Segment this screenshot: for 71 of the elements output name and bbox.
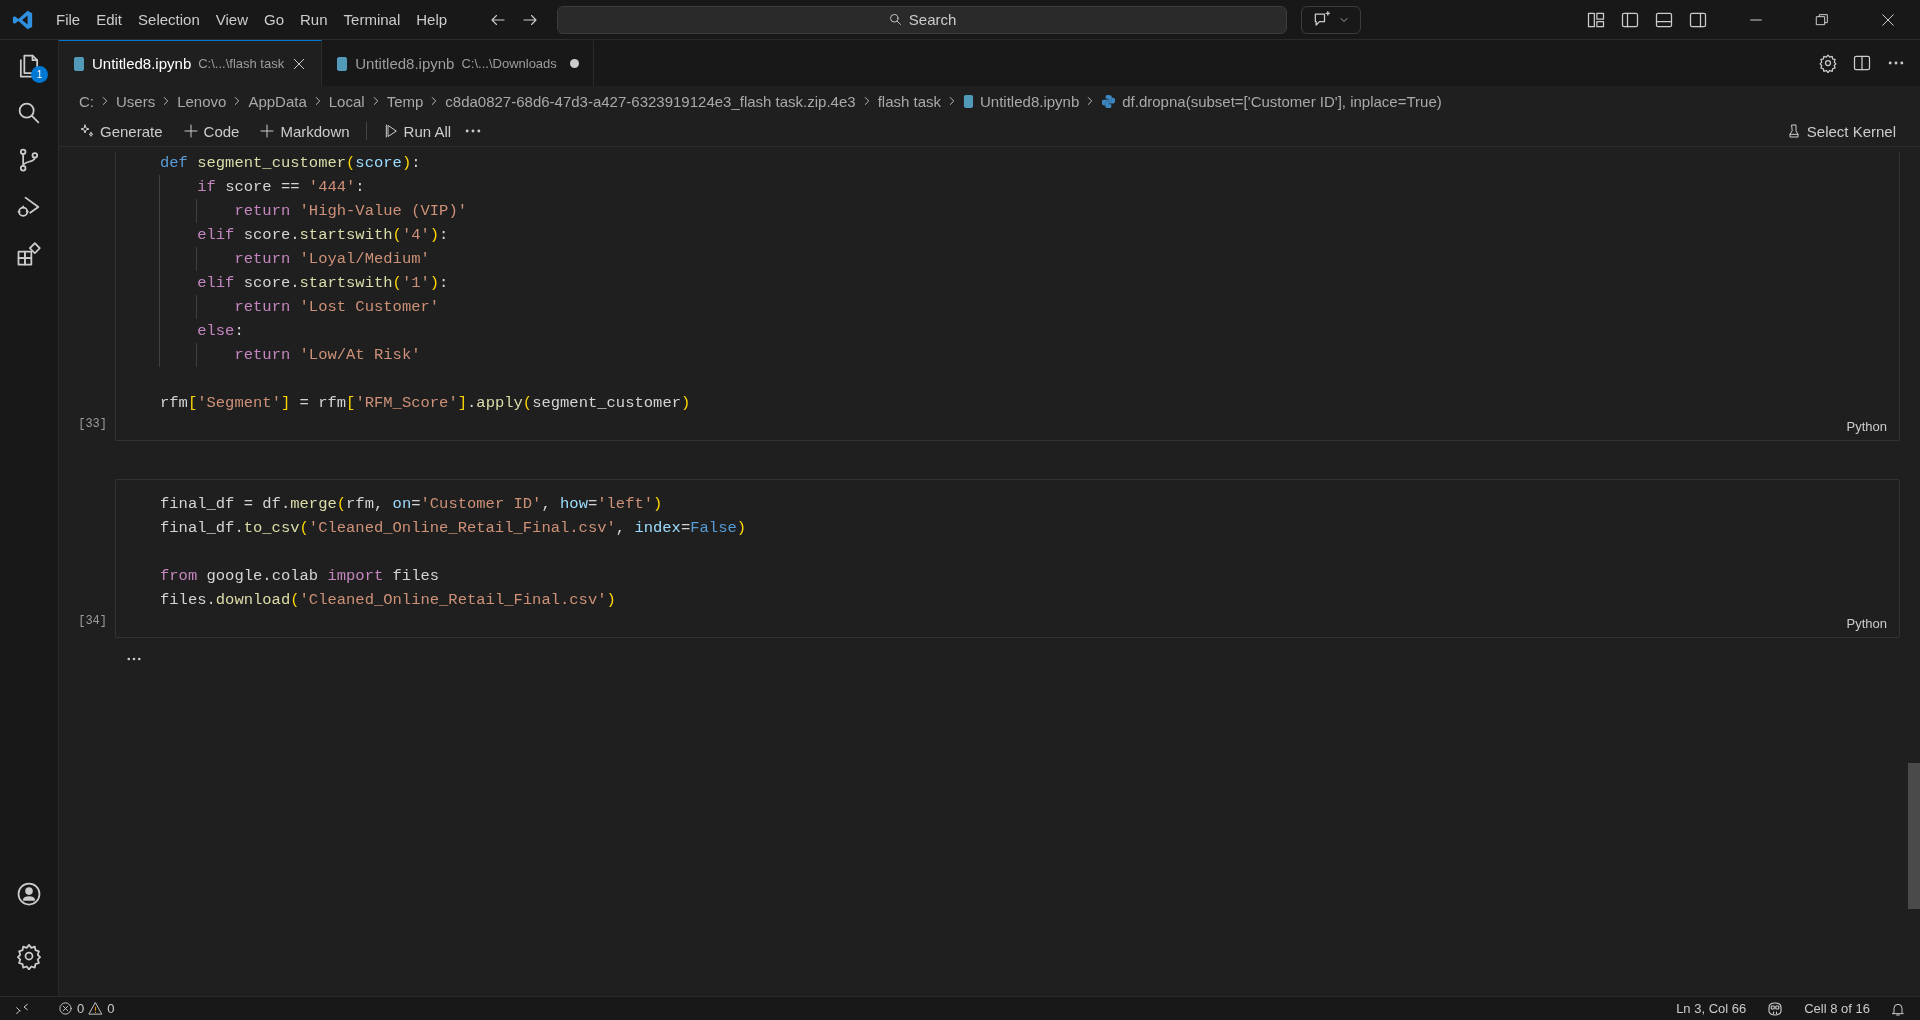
code-line: return 'High-Value (VIP)' (160, 199, 1899, 223)
error-icon (58, 1001, 73, 1016)
breadcrumb-item[interactable]: AppData (248, 92, 307, 110)
code-line: rfm['Segment'] = rfm['RFM_Score'].apply(segment_customer) (160, 393, 692, 414)
sparkle-icon (79, 123, 95, 139)
code-line: def segment_customer(score): (160, 153, 422, 174)
python-icon (1101, 93, 1117, 109)
menu-item[interactable]: Go (256, 7, 292, 32)
code-line: elif score.startswith('1'): (160, 271, 1899, 295)
toolbar-button[interactable]: Run All (374, 120, 460, 142)
warning-icon (88, 1001, 104, 1016)
code-line: return 'Loyal/Medium' (160, 247, 1899, 271)
breadcrumb-item[interactable]: Untitled8.ipynb (980, 92, 1080, 110)
menu-item[interactable]: Selection (130, 7, 208, 32)
breadcrumb-item[interactable]: Users (116, 92, 156, 110)
code-cell[interactable] (115, 151, 1900, 441)
execution-count: [33] (78, 417, 107, 431)
copilot-icon[interactable] (1766, 999, 1785, 1018)
cell-language[interactable]: Python (1846, 419, 1887, 434)
close-icon[interactable] (1880, 11, 1896, 28)
menu-item[interactable]: Edit (88, 7, 131, 32)
menu-item[interactable]: Run (292, 7, 336, 32)
app-logo-icon (12, 8, 34, 31)
search-icon (887, 12, 903, 27)
code-line: files.download('Cleaned_Online_Retail_Final.csv') (160, 590, 617, 611)
plus-icon (259, 123, 276, 139)
toolbar-button[interactable]: Markdown (251, 120, 358, 142)
menu-item[interactable]: Terminal (335, 7, 409, 32)
notebook-icon (963, 93, 975, 109)
notebook-icon (73, 55, 85, 72)
menu-item[interactable]: File (48, 7, 89, 32)
code-line: if score == '444': (160, 175, 1899, 199)
settings-icon[interactable] (1818, 53, 1838, 73)
warning-count[interactable]: 0 (107, 1001, 115, 1016)
error-count[interactable]: 0 (77, 1001, 85, 1016)
account-icon[interactable] (15, 880, 43, 908)
restore-icon[interactable] (1814, 11, 1830, 28)
code-line: elif score.startswith('4'): (160, 223, 1899, 247)
search-field[interactable]: Search (557, 5, 1288, 34)
settings-icon[interactable] (15, 942, 43, 970)
notebook-icon (336, 55, 349, 72)
unsaved-dot-icon (569, 59, 579, 68)
breadcrumb-item[interactable]: Local (328, 92, 365, 110)
extensions-icon[interactable] (15, 240, 43, 268)
breadcrumb-item[interactable]: Lenovo (177, 92, 227, 110)
execution-count: [34] (78, 614, 107, 628)
toolbar-button[interactable]: Generate (71, 120, 171, 142)
scrollbar-thumb[interactable] (1908, 763, 1920, 909)
chat-button[interactable] (1301, 5, 1362, 34)
menu-item[interactable]: View (207, 7, 256, 32)
code-line: final_df = df.merge(rfm, on='Customer ID', how='left') (160, 494, 664, 515)
notification-badge: 1 (31, 66, 48, 83)
code-line: else: (160, 319, 1899, 343)
select-kernel-button[interactable]: Select Kernel (1777, 120, 1904, 142)
toolbar-button[interactable]: Code (174, 120, 248, 142)
cell-language[interactable]: Python (1846, 616, 1887, 631)
code-line: from google.colab import files (160, 566, 441, 587)
plus-icon (182, 123, 199, 139)
breadcrumb-item[interactable]: flash task (877, 92, 942, 110)
breadcrumb-item[interactable]: C: (79, 92, 94, 110)
editor-tab[interactable]: Untitled8.ipynb C:\...\flash task (59, 40, 323, 86)
split-editor-icon[interactable] (1852, 53, 1872, 73)
breadcrumb-item[interactable]: Temp (386, 92, 424, 110)
code-line: final_df.to_csv('Cleaned_Online_Retail_Final.csv', index=False) (160, 518, 748, 539)
code-line: return 'Low/At Risk' (160, 343, 1899, 367)
cell-indicator[interactable]: Cell 8 of 16 (1804, 1001, 1870, 1016)
menu-item[interactable]: Help (408, 7, 456, 32)
code-line: return 'Lost Customer' (160, 295, 1899, 319)
breadcrumb-item[interactable]: c8da0827-68d6-47d3-a427-6323919124e3_flash task.zip.4e3 (445, 92, 856, 110)
breadcrumb-item[interactable]: df.dropna(subset=['Customer ID'], inplace=True) (1122, 92, 1442, 110)
cursor-position[interactable]: Ln 3, Col 66 (1676, 1001, 1747, 1016)
